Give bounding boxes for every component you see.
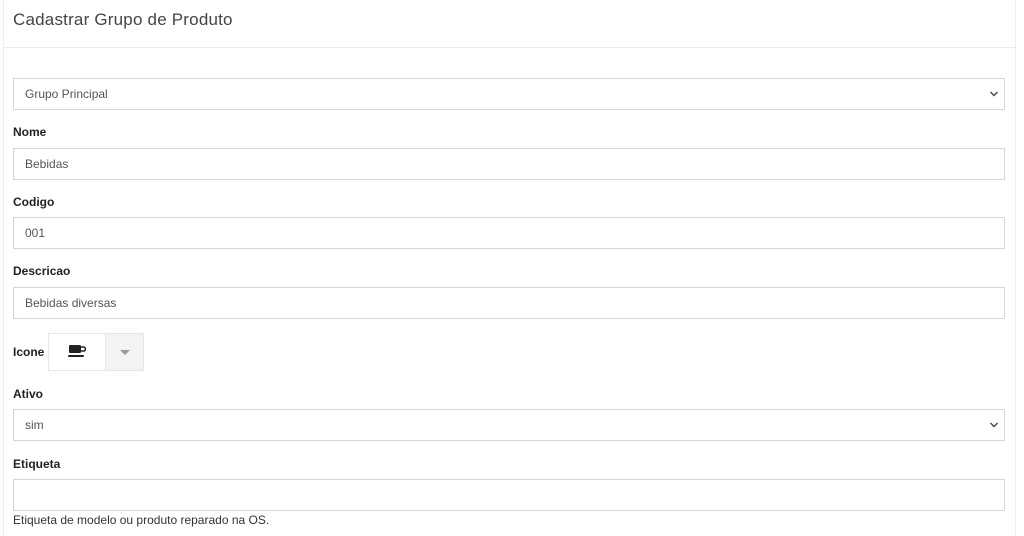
nome-label: Nome [13,125,47,139]
grupo-select[interactable]: Grupo Principal [13,78,1005,110]
ativo-select-value: sim [25,418,44,432]
descricao-input[interactable]: Bebidas diversas [13,287,1005,319]
ativo-select[interactable]: sim [13,409,1005,441]
caret-down-icon [119,349,130,355]
etiqueta-label: Etiqueta [13,457,61,471]
nome-input[interactable]: Bebidas [13,148,1005,180]
descricao-label: Descricao [13,264,71,278]
grupo-select-value: Grupo Principal [25,87,108,101]
chevron-down-icon [988,79,1000,109]
chevron-down-icon [988,410,1000,440]
panel-header: Cadastrar Grupo de Produto [4,0,1015,48]
icon-picker[interactable] [48,333,144,371]
page-title: Cadastrar Grupo de Produto [13,10,233,29]
icon-picker-dropdown-button[interactable] [106,334,143,370]
etiqueta-help-text: Etiqueta de modelo ou produto reparado n… [13,513,270,527]
ativo-label: Ativo [13,387,43,401]
form-panel: Cadastrar Grupo de Produto Grupo Princip… [3,0,1016,536]
codigo-label: Codigo [13,195,55,209]
icon-preview [49,334,106,370]
coffee-cup-icon [68,344,87,361]
etiqueta-input[interactable] [13,479,1005,511]
icone-label: Icone [13,345,45,359]
codigo-input[interactable]: 001 [13,217,1005,249]
